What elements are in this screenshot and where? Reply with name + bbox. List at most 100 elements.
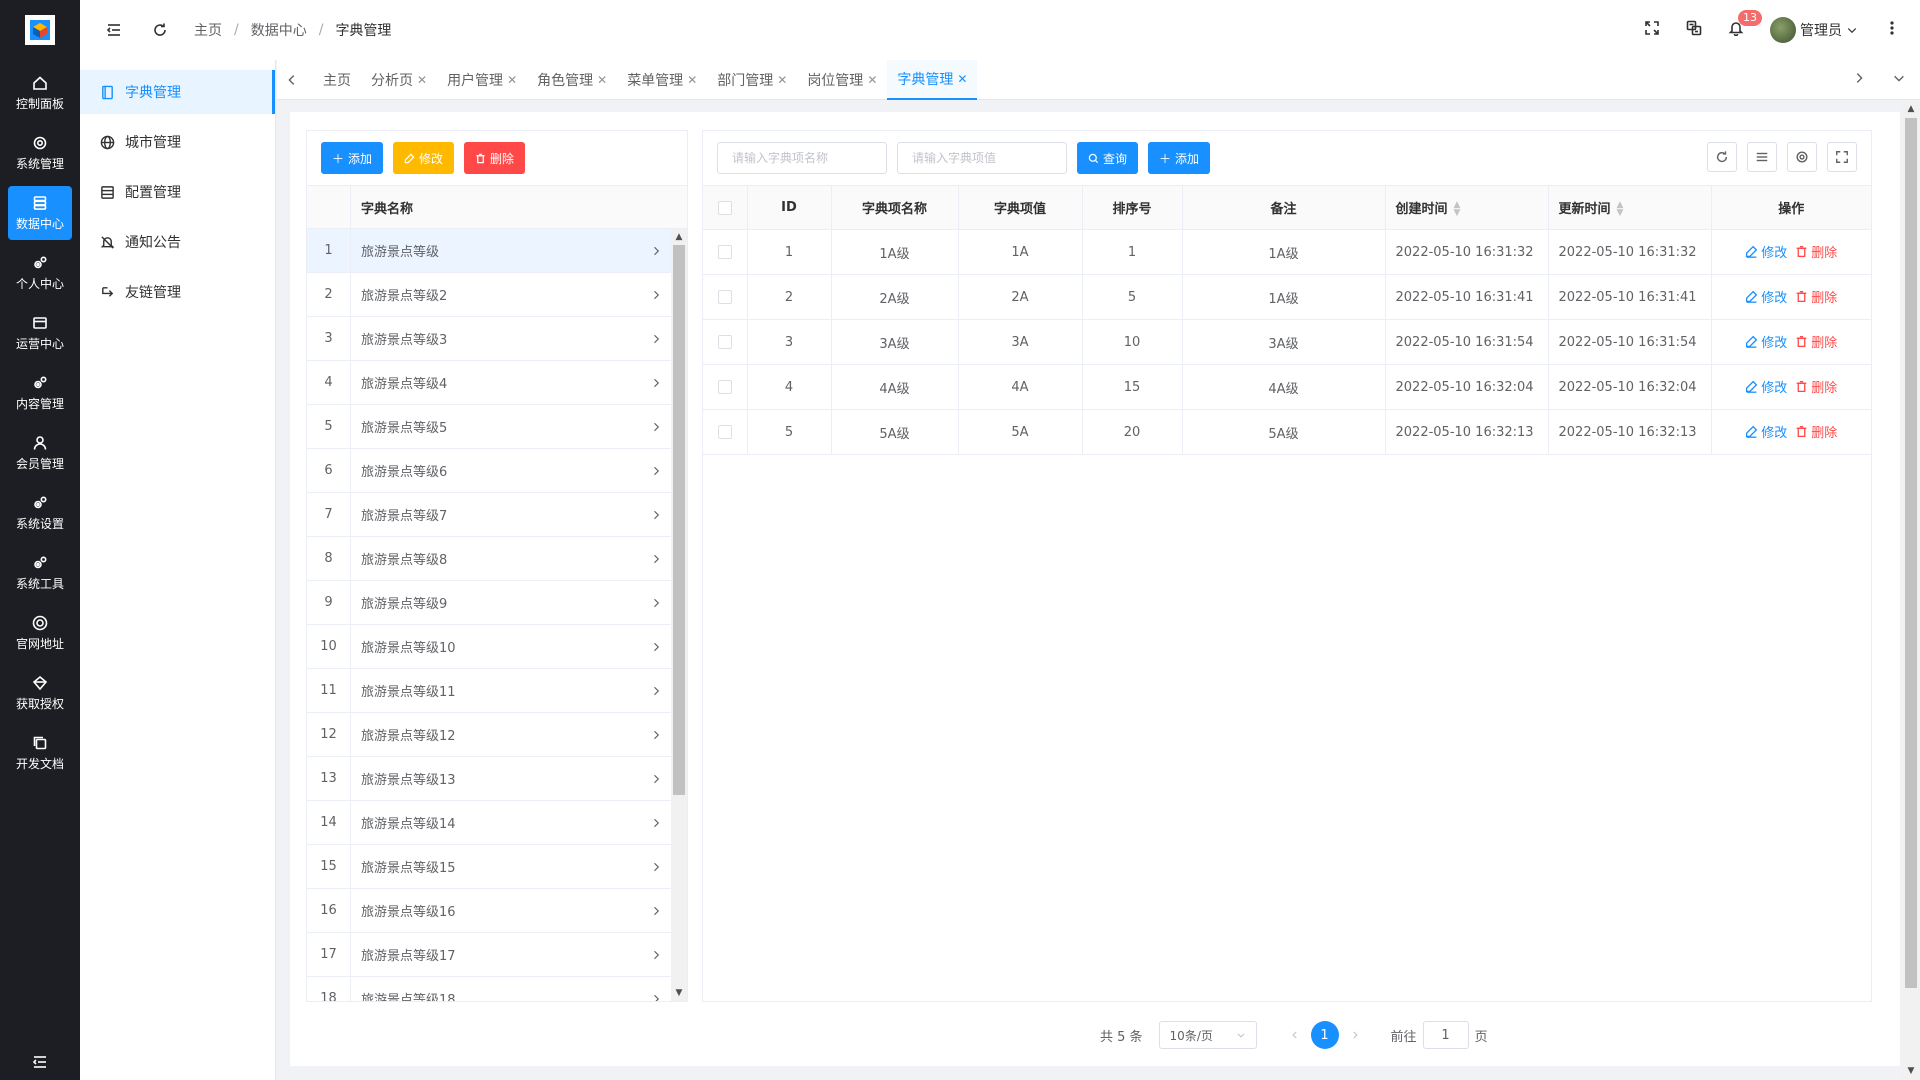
- tab-0[interactable]: 主页: [313, 60, 361, 100]
- app-logo[interactable]: [0, 0, 80, 60]
- subnav-item-city[interactable]: 城市管理: [80, 120, 275, 164]
- dict-delete-button[interactable]: 删除: [464, 142, 526, 174]
- dict-edit-button[interactable]: 修改: [393, 142, 455, 174]
- row-edit-link[interactable]: 修改: [1745, 242, 1787, 261]
- rail-item-9[interactable]: 官网地址: [8, 606, 72, 660]
- notification-bell[interactable]: 13: [1728, 10, 1762, 40]
- item-add-button[interactable]: ＋ 添加: [1148, 142, 1211, 174]
- tabs-menu-chevron-down-icon[interactable]: [1892, 71, 1906, 89]
- sort-caret-icon[interactable]: ▲ ▼: [1617, 201, 1624, 218]
- subnav-item-links[interactable]: 友链管理: [80, 270, 275, 314]
- page-size-select[interactable]: 10条/页: [1158, 1021, 1257, 1049]
- col-created[interactable]: 创建时间 ▲ ▼: [1385, 185, 1549, 230]
- next-page-icon[interactable]: [1343, 1030, 1367, 1040]
- dict-row[interactable]: 16 旅游景点等级16: [307, 888, 687, 933]
- rail-item-2[interactable]: 数据中心: [8, 186, 72, 240]
- breadcrumb-data-center[interactable]: 数据中心: [251, 20, 307, 40]
- rail-item-1[interactable]: 系统管理: [8, 126, 72, 180]
- close-icon[interactable]: ✕: [417, 73, 427, 87]
- row-edit-link[interactable]: 修改: [1745, 332, 1787, 351]
- tab-2[interactable]: 用户管理 ✕: [437, 60, 527, 100]
- tab-1[interactable]: 分析页 ✕: [361, 60, 437, 100]
- table-refresh-button[interactable]: [1707, 142, 1737, 172]
- page-number-current[interactable]: 1: [1310, 1021, 1339, 1049]
- tabs-scroll-left-icon[interactable]: [277, 73, 307, 87]
- tab-3[interactable]: 角色管理 ✕: [527, 60, 617, 100]
- collapse-menu-icon[interactable]: [0, 1054, 80, 1070]
- rail-item-0[interactable]: 控制面板: [8, 66, 72, 120]
- col-updated[interactable]: 更新时间 ▲ ▼: [1548, 185, 1712, 230]
- row-checkbox[interactable]: [717, 335, 732, 349]
- more-vertical-icon[interactable]: [1884, 20, 1900, 40]
- row-delete-link[interactable]: 删除: [1795, 332, 1837, 351]
- dict-row[interactable]: 10 旅游景点等级10: [307, 624, 687, 669]
- close-icon[interactable]: ✕: [957, 72, 967, 86]
- row-delete-link[interactable]: 删除: [1795, 377, 1837, 396]
- table-fullscreen-button[interactable]: [1827, 142, 1857, 172]
- rail-item-8[interactable]: 系统工具: [8, 546, 72, 600]
- scroll-up-arrow-icon[interactable]: ▲: [1902, 100, 1920, 118]
- dict-row[interactable]: 8 旅游景点等级8: [307, 536, 687, 581]
- rail-item-4[interactable]: 运营中心: [8, 306, 72, 360]
- refresh-icon[interactable]: [148, 18, 172, 42]
- table-settings-button[interactable]: [1787, 142, 1817, 172]
- scroll-up-arrow-icon[interactable]: ▲: [671, 229, 687, 245]
- scroll-down-arrow-icon[interactable]: ▼: [1902, 1062, 1920, 1080]
- tab-6[interactable]: 岗位管理 ✕: [797, 60, 887, 100]
- dict-row[interactable]: 9 旅游景点等级9: [307, 580, 687, 625]
- row-delete-link[interactable]: 删除: [1795, 242, 1837, 261]
- dict-row[interactable]: 18 旅游景点等级18: [307, 976, 687, 1001]
- row-delete-link[interactable]: 删除: [1795, 422, 1837, 441]
- close-icon[interactable]: ✕: [687, 73, 697, 87]
- close-icon[interactable]: ✕: [597, 73, 607, 87]
- tabs-scroll-right-icon[interactable]: [1852, 71, 1866, 89]
- fullscreen-icon[interactable]: [1644, 20, 1660, 40]
- select-all-checkbox[interactable]: [717, 200, 732, 215]
- dict-row[interactable]: 2 旅游景点等级2: [307, 272, 687, 317]
- breadcrumb-home[interactable]: 主页: [194, 20, 222, 40]
- rail-item-10[interactable]: 获取授权: [8, 666, 72, 720]
- item-name-search-input[interactable]: [717, 142, 887, 174]
- dict-row[interactable]: 15 旅游景点等级15: [307, 844, 687, 889]
- row-delete-link[interactable]: 删除: [1795, 287, 1837, 306]
- page-scrollbar[interactable]: ▲ ▼: [1902, 100, 1920, 1080]
- row-edit-link[interactable]: 修改: [1745, 287, 1787, 306]
- scroll-down-arrow-icon[interactable]: ▼: [671, 985, 687, 1001]
- rail-item-7[interactable]: 系统设置: [8, 486, 72, 540]
- scrollbar-thumb[interactable]: [1905, 118, 1917, 988]
- close-icon[interactable]: ✕: [507, 73, 517, 87]
- goto-page-input[interactable]: [1422, 1021, 1469, 1049]
- tab-7[interactable]: 字典管理 ✕: [887, 59, 978, 100]
- row-checkbox[interactable]: [717, 425, 732, 439]
- dict-row[interactable]: 1 旅游景点等级: [307, 229, 687, 273]
- row-checkbox[interactable]: [717, 380, 732, 394]
- scrollbar-thumb[interactable]: [673, 245, 685, 795]
- dict-row[interactable]: 17 旅游景点等级17: [307, 932, 687, 977]
- sort-caret-icon[interactable]: ▲ ▼: [1454, 201, 1461, 218]
- dict-scrollbar[interactable]: ▲ ▼: [671, 229, 687, 1001]
- query-button[interactable]: 查询: [1077, 142, 1139, 174]
- rail-item-3[interactable]: 个人中心: [8, 246, 72, 300]
- dict-row[interactable]: 3 旅游景点等级3: [307, 316, 687, 361]
- dict-row[interactable]: 13 旅游景点等级13: [307, 756, 687, 801]
- item-value-search-input[interactable]: [897, 142, 1067, 174]
- language-icon[interactable]: [1686, 20, 1702, 40]
- subnav-item-dictionary[interactable]: 字典管理: [80, 70, 275, 114]
- rail-item-6[interactable]: 会员管理: [8, 426, 72, 480]
- row-edit-link[interactable]: 修改: [1745, 377, 1787, 396]
- subnav-item-notice[interactable]: 通知公告: [80, 220, 275, 264]
- tab-4[interactable]: 菜单管理 ✕: [617, 60, 707, 100]
- tab-5[interactable]: 部门管理 ✕: [707, 60, 797, 100]
- dict-row[interactable]: 6 旅游景点等级6: [307, 448, 687, 493]
- dict-add-button[interactable]: ＋ 添加: [321, 142, 384, 174]
- rail-item-11[interactable]: 开发文档: [8, 726, 72, 780]
- user-menu[interactable]: 管理员: [1770, 17, 1858, 43]
- table-density-button[interactable]: [1747, 142, 1777, 172]
- row-checkbox[interactable]: [717, 290, 732, 304]
- fold-sidebar-icon[interactable]: [102, 18, 126, 42]
- close-icon[interactable]: ✕: [867, 73, 877, 87]
- row-checkbox[interactable]: [717, 245, 732, 259]
- dict-row[interactable]: 12 旅游景点等级12: [307, 712, 687, 757]
- rail-item-5[interactable]: 内容管理: [8, 366, 72, 420]
- dict-row[interactable]: 11 旅游景点等级11: [307, 668, 687, 713]
